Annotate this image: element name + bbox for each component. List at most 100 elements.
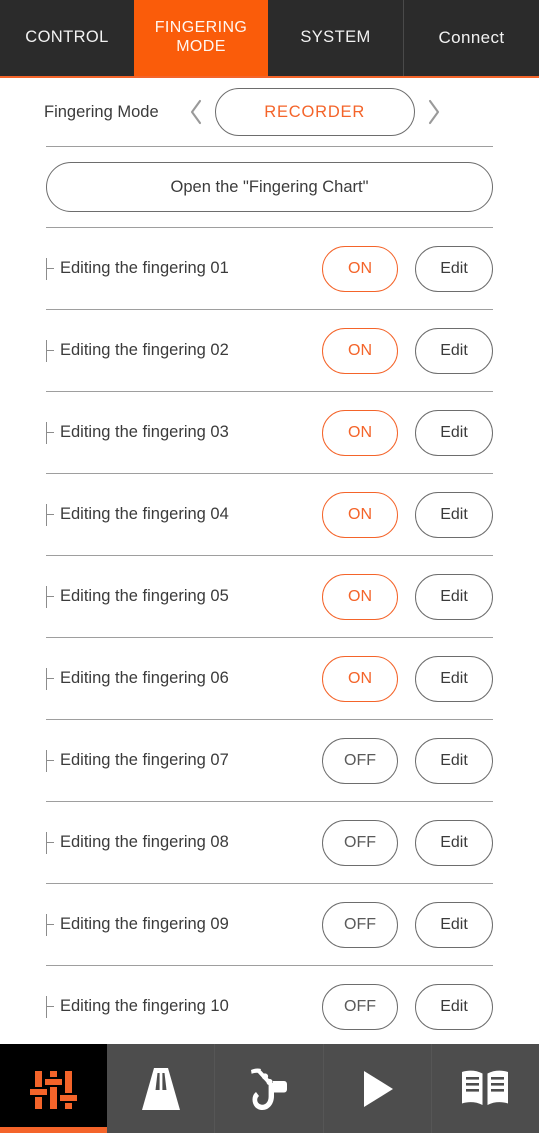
- fingering-edit-button[interactable]: Edit: [415, 573, 493, 620]
- nav-item-metronome[interactable]: [107, 1044, 216, 1133]
- fingering-toggle-label: ON: [348, 587, 372, 605]
- fingering-row-text: Editing the fingering 07: [60, 751, 229, 769]
- fingering-row-text: Editing the fingering 06: [60, 669, 229, 687]
- fingering-edit-label: Edit: [440, 259, 468, 277]
- fingering-toggle-button[interactable]: ON: [322, 491, 398, 538]
- tree-branch-icon: [46, 339, 57, 362]
- fingering-edit-button[interactable]: Edit: [415, 245, 493, 292]
- tab-control-label: CONTROL: [25, 28, 109, 47]
- tree-branch-icon: [46, 749, 57, 772]
- fingering-toggle-label: OFF: [344, 751, 376, 769]
- fingering-toggle-button[interactable]: ON: [322, 327, 398, 374]
- fingering-edit-label: Edit: [440, 505, 468, 523]
- fingering-row-text: Editing the fingering 01: [60, 259, 229, 277]
- fingering-row-label: Editing the fingering 07: [46, 749, 322, 772]
- table-row: Editing the fingering 03 ON Edit: [0, 392, 539, 473]
- table-row: Editing the fingering 01 ON Edit: [0, 228, 539, 309]
- book-icon: [459, 1066, 511, 1112]
- fingering-toggle-button[interactable]: ON: [322, 655, 398, 702]
- fingering-toggle-button[interactable]: ON: [322, 409, 398, 456]
- tree-branch-icon: [46, 913, 57, 936]
- tree-branch-icon: [46, 503, 57, 526]
- tab-fingering-mode[interactable]: FINGERING MODE: [134, 0, 268, 76]
- fingering-row-text: Editing the fingering 09: [60, 915, 229, 933]
- tab-system[interactable]: SYSTEM: [268, 0, 403, 76]
- tab-system-label: SYSTEM: [300, 28, 371, 47]
- tab-connect-label: Connect: [438, 27, 505, 47]
- fingering-edit-label: Edit: [440, 915, 468, 933]
- nav-item-saxophone[interactable]: [215, 1044, 324, 1133]
- sliders-icon: [28, 1063, 80, 1115]
- nav-item-sliders[interactable]: [0, 1044, 108, 1133]
- chevron-left-icon[interactable]: [181, 92, 211, 132]
- fingering-row-text: Editing the fingering 08: [60, 833, 229, 851]
- tree-branch-icon: [46, 421, 57, 444]
- open-fingering-chart-label: Open the "Fingering Chart": [170, 177, 369, 196]
- fingering-toggle-button[interactable]: ON: [322, 573, 398, 620]
- fingering-edit-button[interactable]: Edit: [415, 737, 493, 784]
- fingering-edit-button[interactable]: Edit: [415, 983, 493, 1030]
- fingering-row-text: Editing the fingering 03: [60, 423, 229, 441]
- fingering-row-text: Editing the fingering 10: [60, 997, 229, 1015]
- fingering-row-label: Editing the fingering 05: [46, 585, 322, 608]
- tab-control[interactable]: CONTROL: [0, 0, 134, 76]
- fingering-toggle-label: OFF: [344, 833, 376, 851]
- fingering-edit-button[interactable]: Edit: [415, 409, 493, 456]
- fingering-toggle-label: OFF: [344, 997, 376, 1015]
- fingering-toggle-label: ON: [348, 259, 372, 277]
- fingering-row-label: Editing the fingering 03: [46, 421, 322, 444]
- fingering-mode-label: Fingering Mode: [44, 102, 159, 121]
- fingering-edit-label: Edit: [440, 833, 468, 851]
- tree-branch-icon: [46, 831, 57, 854]
- fingering-toggle-label: ON: [348, 505, 372, 523]
- fingering-edit-button[interactable]: Edit: [415, 901, 493, 948]
- fingering-edit-label: Edit: [440, 587, 468, 605]
- fingering-row-label: Editing the fingering 01: [46, 257, 322, 280]
- fingering-toggle-button[interactable]: OFF: [322, 737, 398, 784]
- table-row: Editing the fingering 05 ON Edit: [0, 556, 539, 637]
- fingering-edit-label: Edit: [440, 751, 468, 769]
- fingering-mode-value: RECORDER: [264, 102, 366, 121]
- nav-item-play[interactable]: [324, 1044, 432, 1133]
- top-tab-bar: CONTROL FINGERING MODE SYSTEM Connect: [0, 0, 539, 78]
- chevron-right-icon[interactable]: [419, 92, 449, 132]
- fingering-edit-label: Edit: [440, 997, 468, 1015]
- fingering-row-label: Editing the fingering 06: [46, 667, 322, 690]
- fingering-row-text: Editing the fingering 02: [60, 341, 229, 359]
- open-fingering-chart-button[interactable]: Open the "Fingering Chart": [46, 162, 493, 212]
- metronome-icon: [137, 1064, 185, 1114]
- fingering-edit-button[interactable]: Edit: [415, 819, 493, 866]
- fingering-edit-button[interactable]: Edit: [415, 655, 493, 702]
- fingering-toggle-label: ON: [348, 423, 372, 441]
- fingering-row-label: Editing the fingering 10: [46, 995, 322, 1018]
- nav-item-book[interactable]: [432, 1044, 539, 1133]
- tab-fingering-mode-label: FINGERING MODE: [155, 19, 248, 57]
- table-row: Editing the fingering 10 OFF Edit: [0, 966, 539, 1044]
- table-row: Editing the fingering 04 ON Edit: [0, 474, 539, 555]
- fingering-toggle-button[interactable]: OFF: [322, 983, 398, 1030]
- fingering-edit-label: Edit: [440, 423, 468, 441]
- fingering-edit-button[interactable]: Edit: [415, 327, 493, 374]
- fingering-mode-selector: Fingering Mode RECORDER: [0, 78, 539, 146]
- fingering-toggle-button[interactable]: ON: [322, 245, 398, 292]
- tab-connect[interactable]: Connect: [403, 0, 539, 76]
- fingering-edit-label: Edit: [440, 341, 468, 359]
- fingering-toggle-label: ON: [348, 341, 372, 359]
- fingering-row-label: Editing the fingering 02: [46, 339, 322, 362]
- table-row: Editing the fingering 09 OFF Edit: [0, 884, 539, 965]
- fingering-row-label: Editing the fingering 09: [46, 913, 322, 936]
- fingering-toggle-button[interactable]: OFF: [322, 819, 398, 866]
- table-row: Editing the fingering 08 OFF Edit: [0, 802, 539, 883]
- main-content: Fingering Mode RECORDER Open the "Finger…: [0, 78, 539, 1044]
- fingering-toggle-button[interactable]: OFF: [322, 901, 398, 948]
- fingering-edit-label: Edit: [440, 669, 468, 687]
- fingering-edit-button[interactable]: Edit: [415, 491, 493, 538]
- table-row: Editing the fingering 02 ON Edit: [0, 310, 539, 391]
- fingering-toggle-label: OFF: [344, 915, 376, 933]
- tree-branch-icon: [46, 667, 57, 690]
- fingering-mode-value-button[interactable]: RECORDER: [214, 88, 415, 136]
- tab-fingering-mode-label-line1: FINGERING: [154, 19, 248, 37]
- table-row: Editing the fingering 07 OFF Edit: [0, 720, 539, 801]
- tree-branch-icon: [46, 995, 57, 1018]
- fingering-list: Editing the fingering 01 ON Edit Editing th…: [0, 228, 539, 1044]
